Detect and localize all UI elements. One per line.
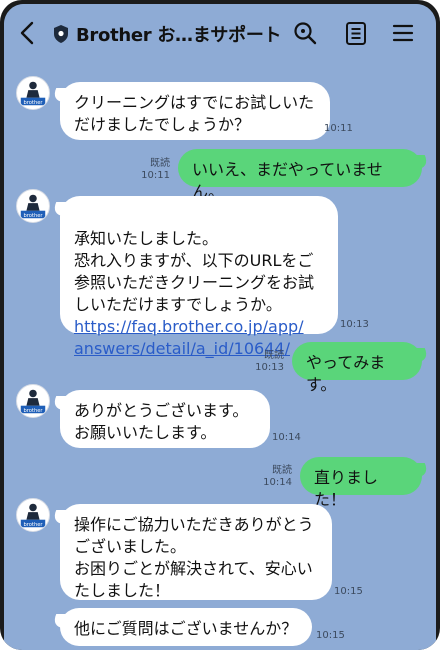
- phone-frame: Brother お…まサポート brother クリーニングはすでにお試しいた …: [0, 0, 440, 650]
- incoming-message: 操作にご協力いただきありがとう ございました。 お困りごとが解決されて、安心い …: [60, 504, 332, 600]
- notes-icon[interactable]: [343, 20, 369, 46]
- brand-logo-text: brother: [23, 522, 43, 528]
- message-time: 10:13: [255, 362, 284, 373]
- message-time: 10:11: [141, 170, 170, 181]
- avatar[interactable]: brother: [16, 189, 50, 223]
- outgoing-message: やってみます。: [292, 342, 422, 394]
- brand-logo-text: brother: [23, 408, 43, 414]
- brand-logo-text: brother: [23, 213, 43, 219]
- avatar[interactable]: brother: [16, 76, 50, 110]
- message-time: 10:13: [340, 319, 369, 330]
- search-icon[interactable]: [292, 20, 318, 46]
- message-time: 10:15: [334, 586, 363, 597]
- shield-icon: [54, 25, 68, 43]
- brand-logo-text: brother: [23, 100, 43, 106]
- message-text: 承知いたしました。 恐れ入りますが、以下のURLをご 参照いただきクリーニングを…: [74, 229, 315, 314]
- read-receipt: 既読: [272, 465, 292, 476]
- message-list[interactable]: brother クリーニングはすでにお試しいた だけましたでしょうか？ 10:1…: [4, 62, 436, 650]
- incoming-message: 他にご質問はございませんか？: [60, 608, 312, 646]
- chat-title: Brother お…まサポート: [76, 25, 282, 46]
- message-time: 10:11: [324, 123, 353, 134]
- incoming-message: ありがとうございます。 お願いいたします。: [60, 390, 270, 448]
- chat-header: Brother お…まサポート: [4, 4, 436, 62]
- message-meta: 既読 10:14: [256, 465, 292, 489]
- chat-screen: Brother お…まサポート brother クリーニングはすでにお試しいた …: [4, 4, 436, 650]
- avatar[interactable]: brother: [16, 384, 50, 418]
- outgoing-message: 直りました！: [300, 457, 422, 509]
- avatar[interactable]: brother: [16, 498, 50, 532]
- back-icon[interactable]: [16, 20, 40, 46]
- chat-title-area[interactable]: Brother お…まサポート: [52, 21, 282, 47]
- message-time: 10:14: [263, 477, 292, 488]
- message-time: 10:15: [316, 630, 345, 641]
- message-time: 10:14: [272, 432, 301, 443]
- outgoing-message: いいえ、まだやっていません。: [178, 149, 422, 201]
- read-receipt: 既読: [264, 350, 284, 361]
- incoming-message: クリーニングはすでにお試しいた だけましたでしょうか？: [60, 82, 330, 140]
- message-meta: 既読 10:13: [248, 350, 284, 374]
- read-receipt: 既読: [150, 158, 170, 169]
- menu-icon[interactable]: [390, 20, 416, 46]
- message-meta: 既読 10:11: [134, 158, 170, 182]
- incoming-message: 承知いたしました。 恐れ入りますが、以下のURLをご 参照いただきクリーニングを…: [60, 196, 338, 358]
